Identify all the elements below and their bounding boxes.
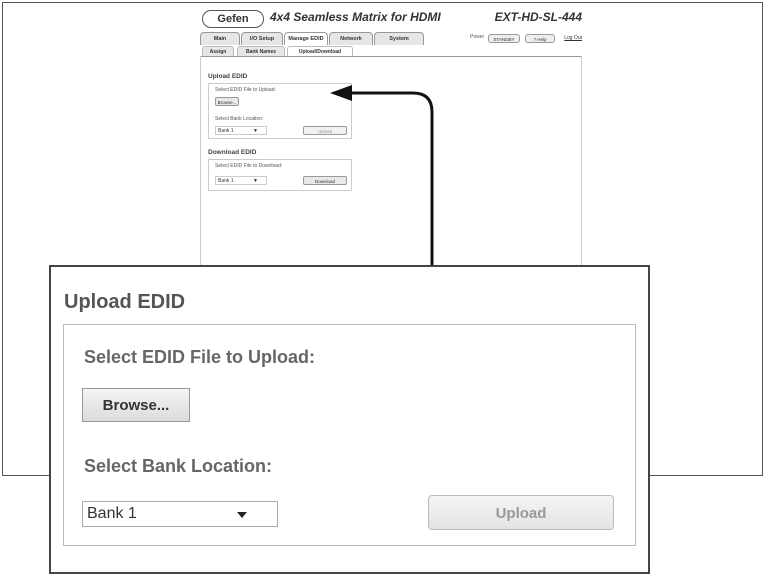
help-button[interactable]: ? Help — [525, 34, 555, 43]
bank-select-value: Bank 1 — [218, 128, 234, 134]
download-edid-title: Download EDID — [208, 149, 257, 156]
download-edid-box: Select EDID File to Download: Bank 1 ▼ Do… — [208, 159, 352, 191]
chevron-down-icon: ▼ — [253, 178, 258, 184]
download-bank-value: Bank 1 — [218, 178, 234, 184]
bank-select[interactable]: Bank 1 ▼ — [215, 126, 267, 135]
zoom-bank-select-value: Bank 1 — [87, 505, 137, 522]
upload-edid-box: Select EDID File to Upload: Browse... Se… — [208, 83, 352, 139]
tab-network[interactable]: Network — [329, 32, 373, 45]
web-app: Gefen 4x4 Seamless Matrix for HDMI EXT-H… — [198, 8, 584, 273]
select-download-label: Select EDID File to Download: — [215, 163, 283, 169]
tab-main[interactable]: Main — [200, 32, 240, 45]
logout-link[interactable]: Log Out — [564, 35, 582, 41]
chevron-down-icon: ▼ — [253, 128, 258, 134]
zoom-bank-location-label: Select Bank Location: — [84, 456, 273, 476]
model-number: EXT-HD-SL-444 — [494, 10, 582, 24]
upload-button[interactable]: Upload — [303, 126, 347, 135]
edid-page: Upload EDID Select EDID File to Upload: … — [200, 56, 582, 273]
subtab-bank-names[interactable]: Bank Names — [237, 46, 285, 56]
standby-button[interactable]: STANDBY — [488, 34, 520, 43]
zoom-bank-select[interactable]: Bank 1 — [82, 501, 278, 527]
tab-manage-edid[interactable]: Manage EDID — [284, 32, 328, 45]
app-title: 4x4 Seamless Matrix for HDMI — [270, 10, 441, 24]
gefen-logo: Gefen — [202, 10, 264, 28]
upload-edid-title: Upload EDID — [208, 73, 248, 80]
select-file-label: Select EDID File to Upload: — [215, 87, 276, 93]
tab-io-setup[interactable]: I/O Setup — [241, 32, 283, 45]
browse-button[interactable]: Browse... — [215, 97, 239, 106]
download-bank-select[interactable]: Bank 1 ▼ — [215, 176, 267, 185]
zoom-upload-button[interactable]: Upload — [428, 495, 614, 530]
zoom-upload-box: Select EDID File to Upload: Browse... Se… — [63, 324, 636, 546]
zoom-select-file-label: Select EDID File to Upload: — [84, 347, 316, 367]
zoom-panel: Upload EDID Select EDID File to Upload: … — [49, 265, 650, 574]
download-button[interactable]: Download — [303, 176, 347, 185]
subtab-upload-download[interactable]: Upload/Download — [287, 46, 353, 56]
zoom-browse-button[interactable]: Browse... — [82, 388, 190, 422]
app-header: Gefen 4x4 Seamless Matrix for HDMI EXT-H… — [198, 8, 584, 30]
tab-system[interactable]: System — [374, 32, 424, 45]
bank-location-label: Select Bank Location: — [215, 116, 264, 122]
chevron-down-icon — [237, 512, 247, 518]
zoom-title: Upload EDID — [64, 291, 186, 313]
power-label: Power — [470, 34, 485, 40]
subtab-assign[interactable]: Assign — [202, 46, 234, 56]
